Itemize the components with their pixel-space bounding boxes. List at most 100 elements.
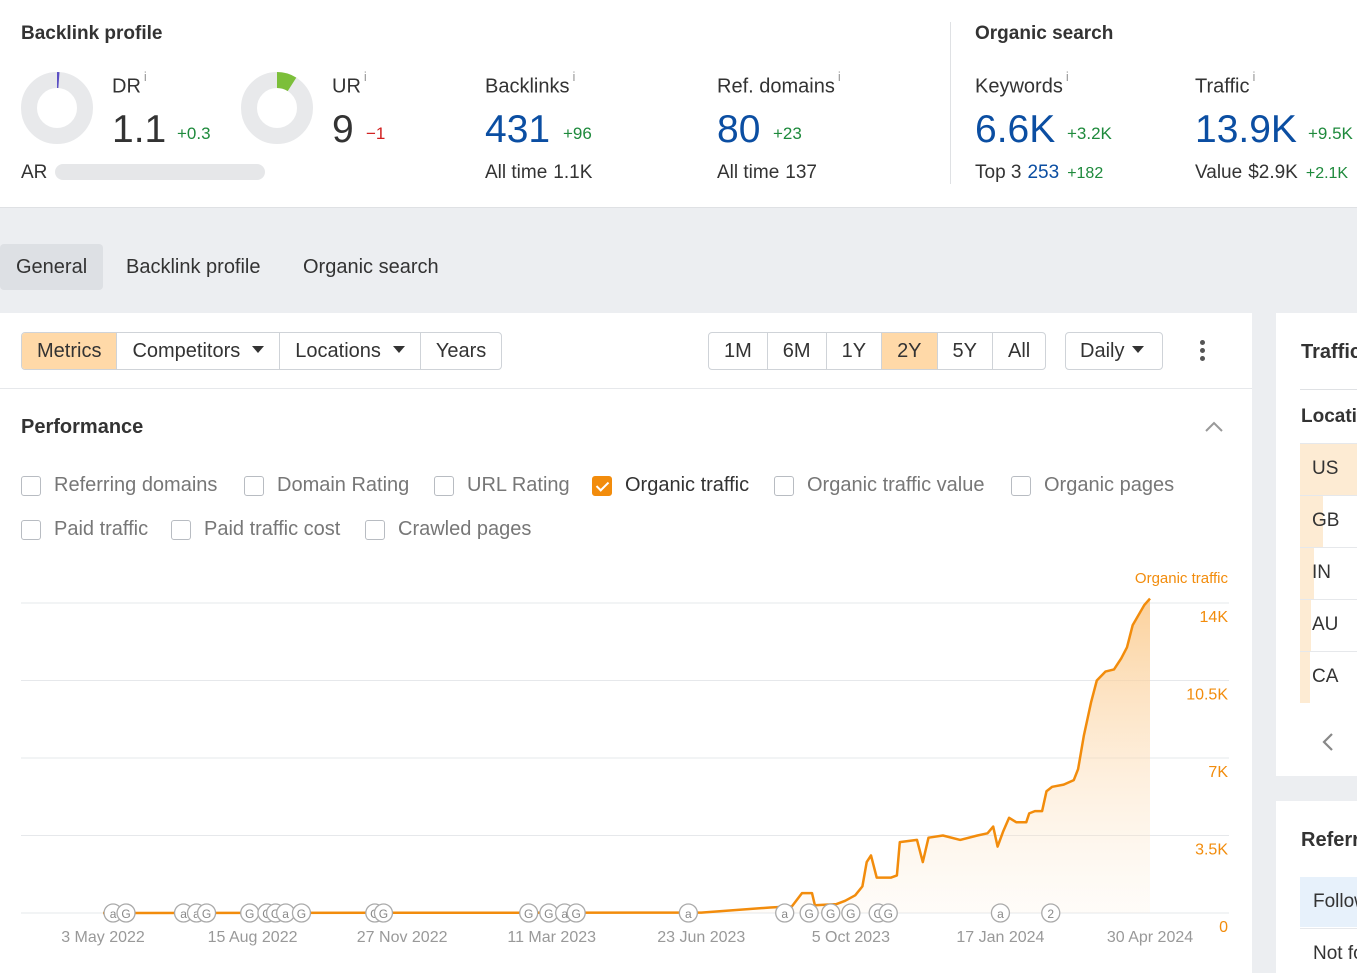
svg-text:G: G — [826, 907, 835, 921]
y-tick-label: 10.5K — [1186, 687, 1228, 704]
y-tick-label: 3.5K — [1195, 842, 1228, 859]
annotation-marker[interactable]: G — [240, 903, 260, 923]
svg-text:a: a — [282, 907, 289, 921]
y-tick-label: 7K — [1208, 764, 1228, 781]
location-row[interactable]: AU — [1300, 599, 1357, 651]
competitors-dropdown[interactable]: Competitors — [117, 333, 281, 369]
range-6m[interactable]: 6M — [768, 333, 827, 369]
info-icon[interactable]: i — [144, 69, 147, 84]
keywords-top3: Top 3 253 +182 — [975, 162, 1104, 183]
checkbox-organic-pages[interactable]: Organic pages — [1011, 474, 1174, 497]
svg-text:G: G — [846, 907, 855, 921]
info-icon[interactable]: i — [364, 69, 367, 84]
traffic-value-sub: Value $2.9K +2.1K — [1195, 162, 1349, 183]
traffic-by-location-panel: Traffic Locations US GB IN AU CA — [1276, 313, 1357, 776]
annotation-marker[interactable]: a — [775, 903, 795, 923]
interval-dropdown[interactable]: Daily — [1065, 332, 1163, 370]
annotation-marker[interactable]: G — [821, 903, 841, 923]
location-row[interactable]: CA — [1300, 651, 1357, 703]
info-icon[interactable]: i — [838, 69, 841, 84]
tab-backlink-profile[interactable]: Backlink profile — [110, 244, 277, 290]
annotation-marker[interactable]: G — [799, 903, 819, 923]
ref-domains-value[interactable]: 80 — [717, 110, 760, 149]
x-tick-label: 27 Nov 2022 — [357, 929, 448, 946]
share-bar — [1300, 652, 1311, 703]
organic-traffic-area — [103, 598, 1150, 913]
annotation-marker[interactable]: G — [196, 903, 217, 923]
range-5y[interactable]: 5Y — [938, 333, 993, 369]
referring-row[interactable]: Not follow — [1300, 928, 1357, 973]
range-2y[interactable]: 2Y — [882, 333, 938, 369]
annotation-marker[interactable]: a — [990, 903, 1011, 923]
years-button[interactable]: Years — [421, 333, 501, 369]
annotation-marker[interactable]: 2 — [1041, 903, 1061, 923]
svg-text:a: a — [180, 907, 187, 921]
organic-traffic-chart[interactable]: 0 3.5K 7K 10.5K 14K Organic traffic 3 May 2022… — [0, 561, 1252, 961]
checkbox-domain-rating[interactable]: Domain Rating — [244, 474, 409, 497]
annotation-marker[interactable]: G — [566, 903, 586, 923]
location-row[interactable]: GB — [1300, 495, 1357, 547]
annotation-marker[interactable]: G — [373, 903, 394, 923]
chevron-up-icon[interactable] — [1204, 419, 1224, 433]
performance-card: Metrics Competitors Locations Years 1M 6… — [0, 313, 1252, 973]
organic-search-title: Organic search — [975, 23, 1114, 44]
ar-label: AR — [21, 162, 48, 183]
range-1y[interactable]: 1Y — [827, 333, 883, 369]
range-selector: 1M 6M 1Y 2Y 5Y All — [708, 332, 1047, 370]
checkbox-organic-traffic[interactable]: Organic traffic — [592, 474, 749, 497]
keywords-label: Keywords i — [975, 69, 1069, 98]
tab-general[interactable]: General — [0, 244, 104, 290]
traffic-value[interactable]: 13.9K — [1195, 110, 1297, 149]
referring-row[interactable]: Follow — [1300, 877, 1357, 927]
annotation-marker[interactable]: G — [291, 903, 312, 923]
info-icon[interactable]: i — [1252, 69, 1255, 84]
ur-delta: −1 — [366, 124, 386, 143]
annotation-marker[interactable]: G — [116, 903, 136, 923]
svg-text:G: G — [121, 907, 130, 921]
divider — [0, 388, 1252, 389]
more-options-icon[interactable] — [1192, 337, 1212, 365]
checkbox-organic-traffic-value[interactable]: Organic traffic value — [774, 474, 985, 497]
svg-text:G: G — [571, 907, 580, 921]
traffic-panel-title: Traffic — [1301, 341, 1357, 363]
dr-label: DR i — [112, 69, 147, 98]
annotation-marker[interactable]: G — [519, 903, 539, 923]
svg-text:G: G — [245, 907, 254, 921]
checkbox-paid-traffic-cost[interactable]: Paid traffic cost — [171, 518, 340, 541]
locations-dropdown[interactable]: Locations — [280, 333, 421, 369]
view-toolbar: Metrics Competitors Locations Years — [21, 332, 503, 370]
chevron-left-icon[interactable] — [1321, 731, 1335, 753]
annotation-marker[interactable]: G — [841, 903, 861, 923]
svg-text:G: G — [804, 907, 813, 921]
svg-text:a: a — [781, 907, 788, 921]
x-tick-label: 17 Jan 2024 — [956, 929, 1044, 946]
annotation-marker[interactable]: a — [678, 903, 698, 923]
info-icon[interactable]: i — [1066, 69, 1069, 84]
ref-domains-label: Ref. domains i — [717, 69, 841, 98]
location-row[interactable]: US — [1300, 443, 1357, 495]
location-row[interactable]: IN — [1300, 547, 1357, 599]
svg-text:G: G — [524, 907, 533, 921]
dr-value: 1.1 — [112, 108, 167, 151]
range-all[interactable]: All — [993, 333, 1045, 369]
range-1m[interactable]: 1M — [709, 333, 768, 369]
checkbox-crawled-pages[interactable]: Crawled pages — [365, 518, 531, 541]
backlinks-label: Backlinks i — [485, 69, 576, 98]
svg-text:G: G — [379, 907, 388, 921]
checkbox-url-rating[interactable]: URL Rating — [434, 474, 570, 497]
keywords-value[interactable]: 6.6K — [975, 110, 1055, 149]
tab-organic-search[interactable]: Organic search — [287, 244, 455, 290]
referring-panel: Referring Follow Not follow — [1276, 801, 1357, 973]
info-icon[interactable]: i — [572, 69, 575, 84]
checkbox-paid-traffic[interactable]: Paid traffic — [21, 518, 148, 541]
checkbox-referring-domains[interactable]: Referring domains — [21, 474, 217, 497]
x-tick-label: 30 Apr 2024 — [1107, 929, 1193, 946]
backlinks-value[interactable]: 431 — [485, 110, 550, 149]
dr-delta: +0.3 — [177, 124, 211, 143]
svg-text:a: a — [110, 907, 117, 921]
metrics-button[interactable]: Metrics — [22, 333, 118, 369]
backlink-profile-title: Backlink profile — [21, 23, 163, 44]
annotation-marker[interactable]: G — [878, 903, 898, 923]
ur-label: UR i — [332, 69, 367, 98]
section-divider — [950, 22, 951, 184]
